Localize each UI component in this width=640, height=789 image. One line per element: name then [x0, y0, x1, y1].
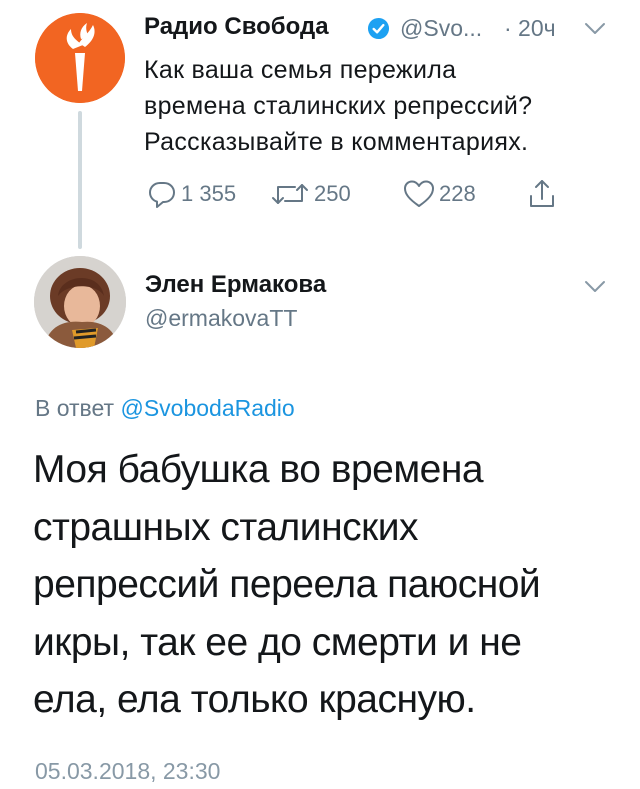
verified-badge-icon [367, 17, 390, 40]
parent-timestamp[interactable]: · 20ч [504, 15, 556, 42]
chevron-down-icon[interactable] [584, 22, 606, 36]
parent-tweet-text: Как ваша семья пережила времена сталинск… [144, 52, 624, 160]
chevron-down-icon[interactable] [584, 280, 606, 294]
reply-text-line: страшных сталинских [33, 505, 418, 549]
parent-author-name[interactable]: Радио Свобода [144, 13, 329, 41]
in-reply-to-mention[interactable]: @SvobodaRadio [120, 395, 294, 421]
reply-handle[interactable]: @ermakovaTT [145, 305, 297, 332]
reply-timestamp[interactable]: 05.03.2018, 23:30 [35, 758, 220, 785]
parent-text-line: Как ваша семья пережила [144, 56, 457, 84]
like-count: 228 [439, 181, 476, 206]
reply-text-line: икры, так ее до смерти и не [33, 620, 522, 664]
radio-svoboda-avatar[interactable] [35, 13, 125, 103]
reply-author-name[interactable]: Элен Ермакова [145, 271, 326, 299]
user-avatar-photo [34, 256, 126, 348]
thread-connector-line [78, 111, 82, 249]
share-action[interactable] [527, 176, 557, 212]
parent-handle[interactable]: @Svo... [400, 15, 482, 42]
radio-svoboda-logo-icon [35, 13, 125, 103]
reply-text-line: репрессий переела паюсной [33, 563, 541, 606]
like-action[interactable]: 228 [403, 176, 476, 212]
share-icon[interactable] [527, 178, 557, 210]
like-icon[interactable] [403, 179, 435, 209]
in-reply-to-label: В ответ [35, 395, 115, 421]
retweet-action[interactable]: 250 [270, 176, 351, 212]
retweet-icon[interactable] [270, 179, 310, 209]
reply-icon[interactable] [147, 179, 177, 209]
in-reply-to: В ответ @SvobodaRadio [35, 395, 295, 422]
reply-text-line: Моя бабушка во времена [33, 448, 484, 491]
reply-count: 1 355 [181, 181, 237, 206]
retweet-count: 250 [314, 181, 351, 206]
reply-tweet-text: Моя бабушка во времена страшных сталинск… [33, 441, 623, 729]
reply-text-line: ела, ела только красную. [33, 678, 476, 721]
parent-text-line: времена сталинских репрессий? [144, 92, 533, 120]
user-avatar[interactable] [34, 256, 126, 348]
parent-text-line: Рассказывайте в комментариях. [144, 128, 529, 156]
reply-action[interactable]: 1 355 [147, 176, 236, 212]
